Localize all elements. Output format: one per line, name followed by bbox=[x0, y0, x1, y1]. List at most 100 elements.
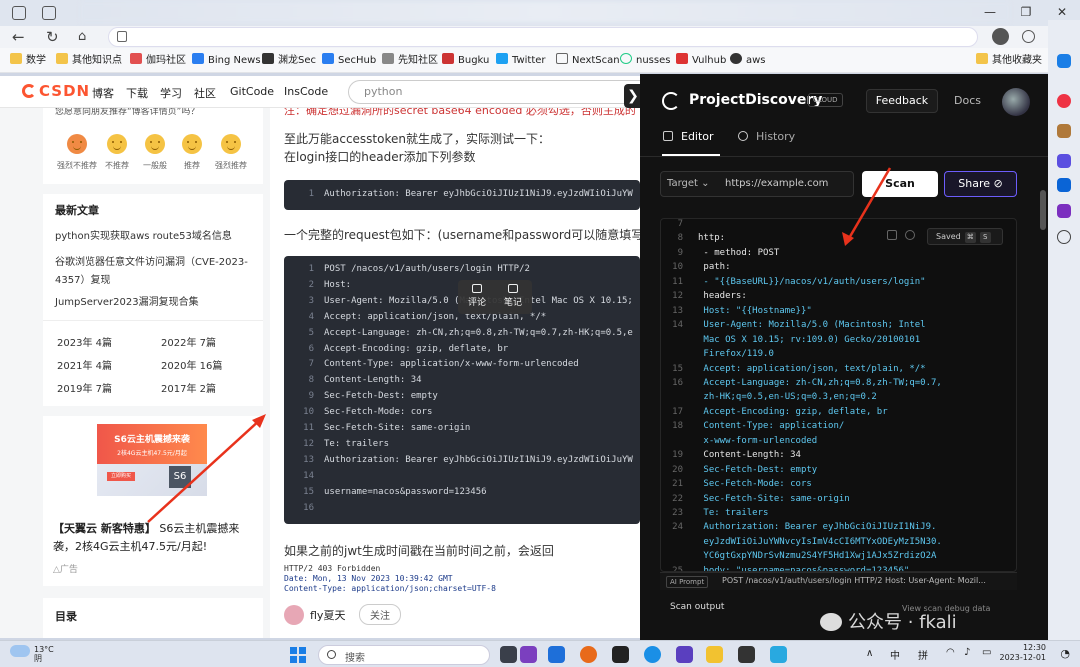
nav-gitcode[interactable]: GitCode bbox=[230, 85, 274, 98]
avatar[interactable] bbox=[284, 605, 304, 625]
bookmark-item[interactable]: Twitter bbox=[496, 53, 546, 68]
ad-text[interactable]: 【天翼云 新客特惠】 S6云主机震撼来袭，2核4G云主机47.5元/月起! bbox=[53, 520, 259, 556]
bookmark-item[interactable]: 渊龙Sec bbox=[262, 53, 316, 68]
weather-widget[interactable]: 13°C 阴 bbox=[10, 645, 54, 663]
minimize-icon[interactable]: — bbox=[972, 0, 1008, 26]
share-button[interactable]: Share ⊘ bbox=[944, 171, 1017, 197]
ime-mode[interactable]: 中 bbox=[890, 647, 900, 662]
bookmark-item[interactable]: nusses bbox=[620, 53, 670, 68]
copy-icon[interactable] bbox=[887, 230, 897, 240]
volume-icon[interactable]: ♪ bbox=[964, 647, 970, 658]
ai-prompt-bar[interactable]: AI Prompt POST /nacos/v1/auth/users/logi… bbox=[660, 572, 1017, 590]
search-icon[interactable] bbox=[1057, 54, 1071, 68]
app-icon[interactable] bbox=[770, 646, 787, 663]
tab-history[interactable]: History bbox=[738, 130, 795, 143]
cloud-icon[interactable] bbox=[905, 230, 915, 240]
ime-pinyin[interactable]: 拼 bbox=[918, 647, 928, 662]
tab-editor[interactable]: Editor bbox=[663, 130, 714, 143]
shopping-icon[interactable] bbox=[1057, 94, 1071, 108]
bookmark-item[interactable]: Bugku bbox=[442, 53, 489, 68]
bookmark-item[interactable]: 其他知识点 bbox=[56, 53, 122, 68]
follow-button[interactable]: 关注 bbox=[358, 604, 401, 625]
rating-1[interactable]: 强烈不推荐 bbox=[55, 134, 99, 171]
battery-icon[interactable]: ▭ bbox=[982, 647, 991, 658]
add-icon[interactable] bbox=[1057, 230, 1071, 244]
target-dropdown[interactable]: Target ⌄ bbox=[667, 178, 710, 189]
tab-actions-icon[interactable] bbox=[42, 6, 56, 20]
code-block[interactable]: 1 Authorization: Bearer eyJhbGciOiJIUzI1… bbox=[284, 180, 640, 210]
bookmark-item[interactable]: NextScan bbox=[556, 53, 620, 68]
ad-card[interactable]: S6云主机震撼来袭 2核4G云主机47.5元/月起 立即购买 S6 【天翼云 新… bbox=[43, 416, 263, 586]
bookmark-item[interactable]: aws bbox=[730, 53, 766, 68]
refresh-icon[interactable]: ↻ bbox=[46, 27, 59, 47]
vs-icon[interactable] bbox=[520, 646, 537, 663]
home-icon[interactable]: ⌂ bbox=[78, 27, 86, 47]
bookmark-item[interactable]: 先知社区 bbox=[382, 53, 438, 68]
tools-icon[interactable] bbox=[1057, 124, 1071, 138]
url-bar[interactable] bbox=[108, 27, 978, 47]
games-icon[interactable] bbox=[1057, 154, 1071, 168]
archive-item[interactable]: 2019年 7篇 bbox=[57, 380, 112, 395]
author-name[interactable]: fly夏天 bbox=[310, 609, 345, 622]
archive-item[interactable]: 2021年 4篇 bbox=[57, 357, 112, 372]
article-link[interactable]: python实现获取aws route53域名信息 bbox=[55, 228, 255, 246]
start-button[interactable] bbox=[290, 647, 306, 663]
wifi-icon[interactable]: ◠ bbox=[946, 647, 955, 658]
edge-icon[interactable] bbox=[548, 646, 565, 663]
archive-item[interactable]: 2020年 16篇 bbox=[161, 357, 222, 372]
author-bar: fly夏天 关注 bbox=[284, 604, 401, 625]
comment-button[interactable]: 评论 bbox=[462, 284, 492, 308]
more-icon[interactable] bbox=[1022, 30, 1035, 43]
bookmark-other[interactable]: 其他收藏夹 bbox=[976, 53, 1042, 68]
nav-inscode[interactable]: InsCode bbox=[284, 85, 328, 98]
feedback-button[interactable]: Feedback bbox=[866, 89, 938, 113]
notification-icon[interactable]: ◔ bbox=[1060, 647, 1070, 660]
nav-learn[interactable]: 学习 bbox=[160, 85, 182, 101]
firefox-icon[interactable] bbox=[580, 646, 597, 663]
nav-download[interactable]: 下载 bbox=[126, 85, 148, 101]
target-field[interactable]: Target ⌄ https://example.com bbox=[660, 171, 854, 197]
nav-blog[interactable]: 博客 bbox=[92, 85, 114, 101]
archive-item[interactable]: 2023年 4篇 bbox=[57, 334, 112, 349]
terminal-icon[interactable] bbox=[612, 646, 629, 663]
back-icon[interactable]: ← bbox=[12, 27, 25, 47]
bookmark-item[interactable]: 伽玛社区 bbox=[130, 53, 186, 68]
target-input[interactable]: https://example.com bbox=[725, 178, 828, 189]
outlook-icon[interactable] bbox=[1057, 178, 1071, 192]
docs-link[interactable]: Docs bbox=[954, 94, 981, 107]
csdn-search-input[interactable]: python bbox=[348, 80, 640, 104]
bookmark-item[interactable]: Bing News bbox=[192, 53, 261, 68]
editor-line: 21 Sec-Fetch-Mode: cors bbox=[661, 479, 812, 489]
ad-buy-button[interactable]: 立即购买 bbox=[107, 472, 135, 481]
ad-banner[interactable]: S6云主机震撼来袭 2核4G云主机47.5元/月起 立即购买 S6 bbox=[97, 424, 207, 496]
bookmark-item[interactable]: SecHub bbox=[322, 53, 376, 68]
file-explorer-icon[interactable] bbox=[706, 646, 723, 663]
clock[interactable]: 12:30 2023-12-01 bbox=[1000, 643, 1047, 663]
bookmark-item[interactable]: Vulhub bbox=[676, 53, 726, 68]
user-avatar[interactable] bbox=[1002, 88, 1030, 116]
article-link[interactable]: 谷歌浏览器任意文件访问漏洞（CVE-2023-4357）复现 bbox=[55, 254, 255, 290]
app-icon[interactable] bbox=[738, 646, 755, 663]
csdn-logo[interactable]: CSDN bbox=[22, 82, 90, 100]
app-icon[interactable] bbox=[644, 646, 661, 663]
rating-5[interactable]: 强烈推荐 bbox=[209, 134, 253, 171]
archive-item[interactable]: 2017年 2篇 bbox=[161, 380, 216, 395]
nav-community[interactable]: 社区 bbox=[194, 85, 216, 101]
restore-icon[interactable]: ❐ bbox=[1008, 0, 1044, 26]
task-view-icon[interactable] bbox=[500, 646, 517, 663]
search-icon bbox=[327, 650, 336, 659]
taskbar-search[interactable]: 搜索 bbox=[318, 645, 490, 665]
archive-item[interactable]: 2022年 7篇 bbox=[161, 334, 216, 349]
workspaces-icon[interactable] bbox=[12, 6, 26, 20]
template-editor[interactable]: Saved ⌘ S 7 8 http: 9 - method: POST 10 path: 1… bbox=[660, 218, 1017, 572]
bookmark-item[interactable]: 数学 bbox=[10, 53, 46, 68]
rating-4[interactable]: 推荐 bbox=[170, 134, 214, 171]
onenote-icon[interactable] bbox=[1057, 204, 1071, 218]
scan-button[interactable]: Scan bbox=[862, 171, 938, 197]
note-button[interactable]: 笔记 bbox=[498, 284, 528, 308]
app-icon[interactable] bbox=[676, 646, 693, 663]
profile-avatar-icon[interactable] bbox=[992, 28, 1009, 45]
scrollbar[interactable] bbox=[1040, 190, 1046, 230]
article-link[interactable]: JumpServer2023漏洞复现合集 bbox=[55, 294, 255, 312]
tray-chevron-icon[interactable]: ∧ bbox=[866, 648, 873, 659]
